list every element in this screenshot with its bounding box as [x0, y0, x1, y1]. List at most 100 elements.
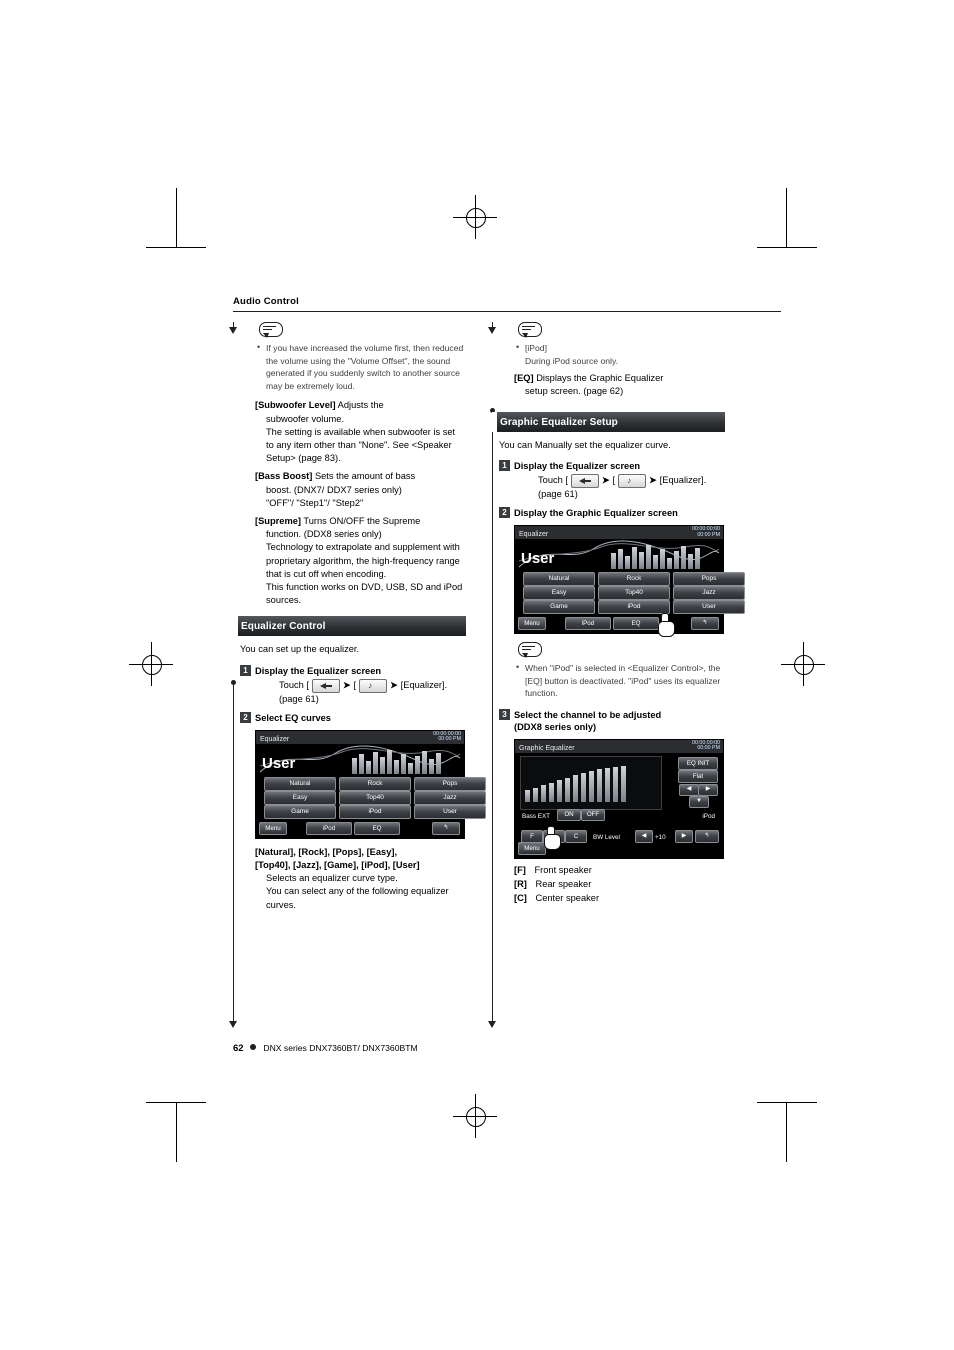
- section-intro: You can set up the equalizer.: [240, 644, 360, 655]
- eq-preset-pops[interactable]: Pops: [414, 776, 486, 791]
- eq-preset-ipod[interactable]: iPod: [339, 804, 411, 819]
- eq-preset-pops[interactable]: Pops: [673, 572, 745, 586]
- eq-preset-user[interactable]: User: [414, 804, 486, 819]
- eq-preset-jazz[interactable]: Jazz: [414, 790, 486, 805]
- menu-button[interactable]: Menu: [518, 841, 546, 855]
- step-title-line-2: (DDX8 series only): [514, 721, 597, 732]
- bass-ext-on-button[interactable]: ON: [557, 808, 581, 821]
- definition-first-line: Turns ON/OFF the Supreme: [303, 516, 421, 526]
- eq-preset-game[interactable]: Game: [264, 804, 336, 819]
- step-title-line-1: Select the channel to be adjusted: [514, 709, 662, 720]
- eq-preset-game[interactable]: Game: [523, 600, 595, 614]
- return-button[interactable]: ↰: [691, 617, 719, 630]
- eq-preset-rock[interactable]: Rock: [598, 572, 670, 586]
- right-arrow-button[interactable]: ▶: [698, 783, 718, 796]
- touch-suffix: [Equalizer].: [659, 475, 707, 486]
- section-equalizer-control: Equalizer Control: [233, 616, 466, 637]
- touch-suffix: [Equalizer].: [400, 680, 448, 691]
- right-step-3: 3 Select the channel to be adjusted (DDX…: [499, 708, 725, 733]
- definition-body: subwoofer volume. The setting is availab…: [266, 413, 456, 464]
- eq-preset-natural[interactable]: Natural: [264, 776, 336, 791]
- eq-preset-top40[interactable]: Top40: [598, 586, 670, 600]
- right-note-list-2: When "iPod" is selected in <Equalizer Co…: [514, 661, 724, 700]
- left-note-list: If you have increased the volume first, …: [255, 341, 465, 392]
- manual-page: Audio Control If you have increased the …: [0, 0, 954, 1350]
- down-arrow-button[interactable]: ▼: [689, 795, 709, 808]
- screen-selected-curve: User: [521, 550, 555, 567]
- note-icon: [518, 322, 542, 339]
- eq-button-row-3: Game iPod User: [523, 600, 745, 614]
- legend-desc: Rear speaker: [535, 878, 592, 889]
- arrow-separator-2: ➤: [649, 475, 657, 486]
- touch-bracket-open: [: [612, 475, 616, 486]
- registration-mark-right: [794, 655, 814, 675]
- eq-preset-jazz[interactable]: Jazz: [673, 586, 745, 600]
- eq-button[interactable]: EQ: [354, 821, 400, 835]
- flat-button[interactable]: Flat: [678, 769, 718, 783]
- definition-term: [EQ]: [514, 373, 534, 384]
- touch-prefix: Touch [: [279, 680, 309, 691]
- screen-clock: 00:00:00:00 00:00 PM: [433, 731, 461, 743]
- definition-bass-boost: [Bass Boost] Sets the amount of bass boo…: [255, 470, 465, 510]
- bw-decrease-button[interactable]: ◀: [635, 829, 653, 843]
- list-item: [iPod] During iPod source only.: [514, 341, 724, 367]
- right-step-2: 2 Display the Graphic Equalizer screen: [499, 507, 725, 519]
- registration-mark-top: [466, 208, 486, 228]
- ipod-button[interactable]: iPod: [565, 617, 611, 630]
- channel-center-button[interactable]: C: [565, 829, 587, 843]
- registration-mark-bottom: [466, 1107, 486, 1127]
- crop-mark-bl-h: [146, 1102, 206, 1103]
- eq-curve-body: Selects an equalizer curve type. You can…: [266, 873, 449, 910]
- definition-term: [Subwoofer Level]: [255, 400, 336, 411]
- touch-bracket-open: [: [353, 680, 357, 691]
- return-button[interactable]: ↰: [432, 821, 460, 835]
- definition-term: [Bass Boost]: [255, 471, 313, 482]
- graphic-eq-screenshot-1: Equalizer 00:00:00:00 00:00 PM User Natu…: [514, 525, 745, 617]
- bw-increase-button[interactable]: ▶: [675, 829, 693, 843]
- ipod-button[interactable]: iPod: [306, 821, 352, 835]
- eq-bars-graphic: [611, 543, 700, 569]
- registration-cross-bottom-v: [475, 1094, 476, 1138]
- bass-ext-off-button[interactable]: OFF: [581, 808, 605, 821]
- step-title: Display the Graphic Equalizer screen: [514, 508, 678, 518]
- eq-button-row-2: Easy Top40 Jazz: [264, 790, 486, 805]
- eq-button-row-1: Natural Rock Pops: [523, 572, 745, 586]
- clock-line-2: 00:00 PM: [438, 736, 461, 743]
- equalizer-screenshot: Equalizer 00:00:00:00 00:00 PM User Natu…: [255, 729, 486, 822]
- menu-button[interactable]: Menu: [259, 821, 287, 835]
- channel-front-button[interactable]: F: [521, 829, 543, 843]
- left-step-1: 1 Display the Equalizer screen Touch [ ➤…: [240, 664, 466, 706]
- return-button[interactable]: ↰: [695, 829, 719, 843]
- menu-button[interactable]: Menu: [518, 617, 546, 630]
- definition-body: boost. (DNX7/ DDX7 series only) "OFF"/ "…: [266, 484, 402, 508]
- crop-mark-tl-v: [176, 188, 177, 248]
- note-icon: [259, 322, 283, 339]
- crop-mark-bl-v: [176, 1102, 177, 1162]
- eq-preset-ipod[interactable]: iPod: [598, 600, 670, 614]
- eq-preset-rock[interactable]: Rock: [339, 776, 411, 791]
- bw-level-label: BW Level: [593, 833, 620, 841]
- step-number: 1: [240, 664, 251, 676]
- eq-preset-easy[interactable]: Easy: [523, 586, 595, 600]
- eq-preset-top40[interactable]: Top40: [339, 790, 411, 805]
- audio-note-icon: ♪: [359, 678, 388, 693]
- right-column: [iPod] During iPod source only. [EQ] Dis…: [492, 322, 745, 906]
- step-title: Display the Equalizer screen: [255, 665, 382, 676]
- channel-legend: [F] Front speaker [R] Rear speaker [C] C…: [514, 864, 724, 906]
- crop-mark-br-v: [786, 1102, 787, 1162]
- eq-preset-easy[interactable]: Easy: [264, 790, 336, 805]
- eq-slider-bars: [525, 764, 626, 802]
- definition-term: [Supreme]: [255, 516, 301, 526]
- list-item: If you have increased the volume first, …: [255, 341, 465, 392]
- arrow-separator: ➤: [342, 680, 351, 691]
- eq-preset-natural[interactable]: Natural: [523, 572, 595, 586]
- legend-desc: Front speaker: [534, 864, 592, 875]
- legend-key: [C]: [514, 893, 527, 904]
- eq-init-button[interactable]: EQ INIT: [678, 756, 718, 770]
- audio-note-icon: ♪: [618, 473, 647, 488]
- eq-preset-user[interactable]: User: [673, 600, 745, 614]
- left-arrow-button[interactable]: ◀: [679, 783, 699, 796]
- page-footer: 62 DNX series DNX7360BT/ DNX7360BTM: [233, 1043, 418, 1054]
- left-definition-list: [Subwoofer Level] Adjusts the subwoofer …: [255, 399, 465, 607]
- eq-button[interactable]: EQ: [613, 617, 659, 630]
